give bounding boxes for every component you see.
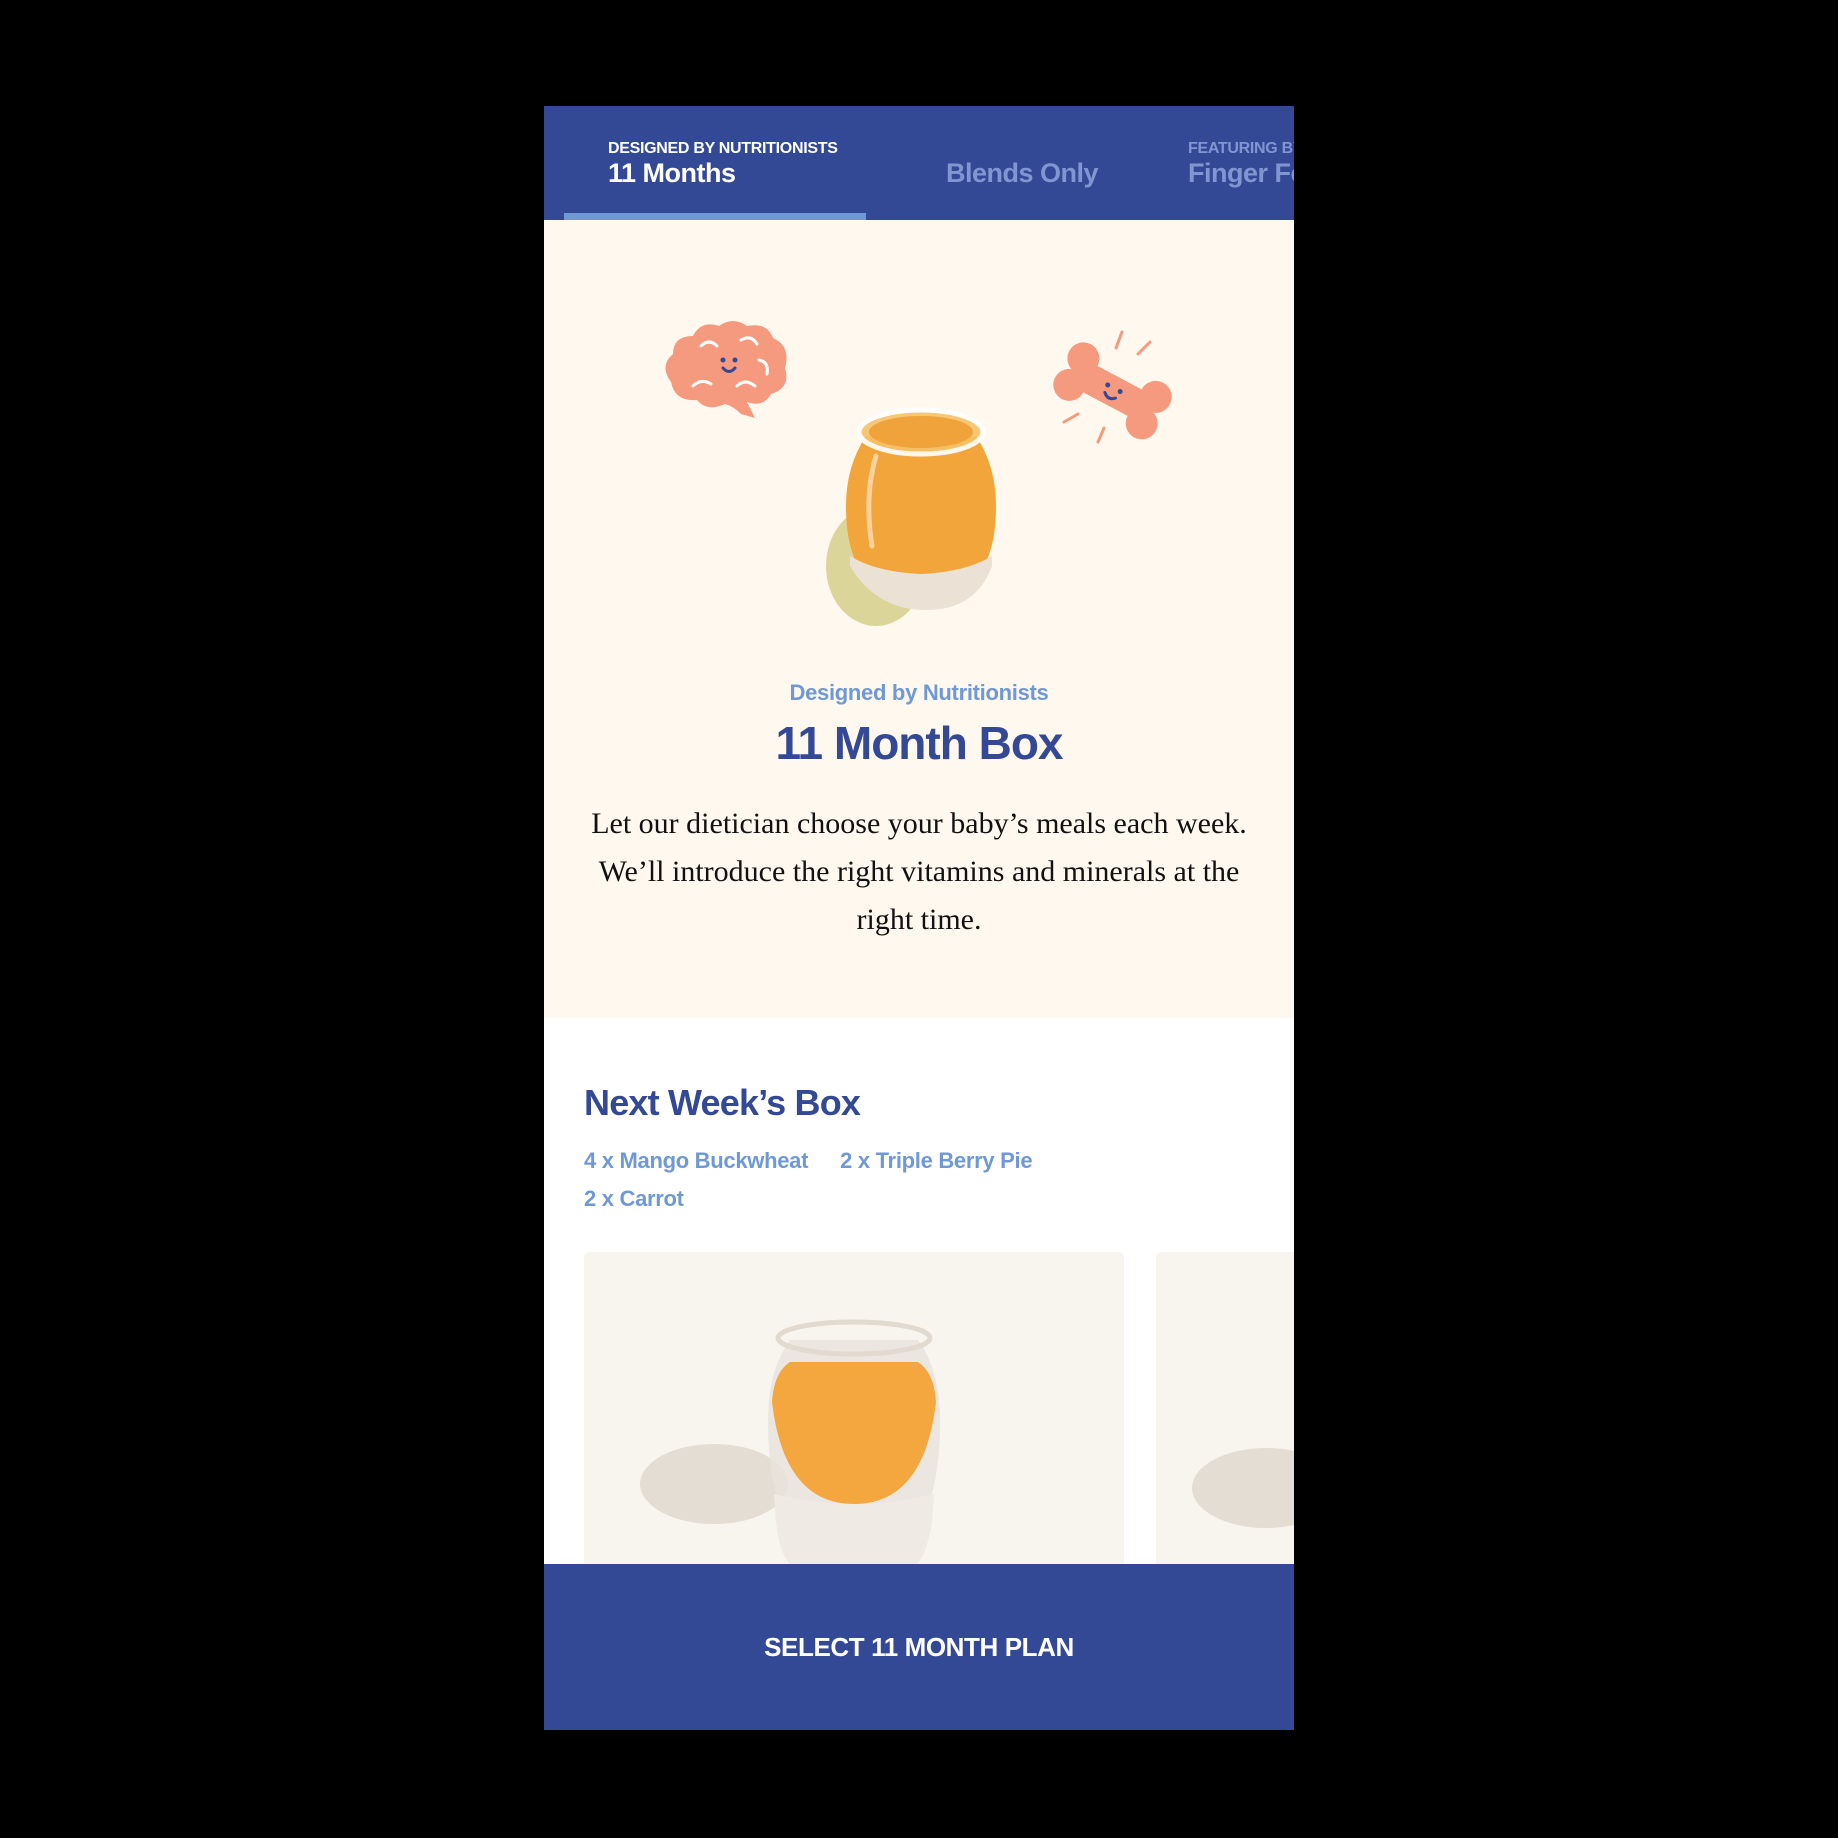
- tab-blends-only[interactable]: Blends Only: [946, 106, 1126, 220]
- next-week-item: 2 x Carrot: [584, 1186, 684, 1211]
- next-week-item: 2 x Triple Berry Pie: [840, 1148, 1033, 1173]
- tab-11-months[interactable]: DESIGNED BY NUTRITIONISTS 11 Months: [608, 106, 868, 220]
- active-tab-indicator: [564, 213, 866, 220]
- hero-title: 11 Month Box: [775, 717, 1063, 769]
- brain-illustration-icon: [665, 321, 787, 418]
- next-week-items: 4 x Mango Buckwheat 2 x Triple Berry Pie…: [584, 1148, 1104, 1212]
- hero-section: Designed by Nutritionists 11 Month Box L…: [544, 220, 1294, 1018]
- select-plan-label: SELECT 11 MONTH PLAN: [764, 1632, 1074, 1662]
- select-plan-button[interactable]: SELECT 11 MONTH PLAN: [544, 1564, 1294, 1730]
- tab-finger-foods[interactable]: FEATURING BY Finger Fo: [1188, 106, 1294, 220]
- product-jar-image: [1192, 1448, 1294, 1528]
- tab-label: Finger Fo: [1188, 158, 1294, 188]
- tab-eyebrow: DESIGNED BY NUTRITIONISTS: [608, 140, 838, 157]
- product-jar-image: [640, 1319, 940, 1572]
- plan-tab-bar: DESIGNED BY NUTRITIONISTS 11 Months Blen…: [544, 106, 1294, 220]
- product-card[interactable]: [584, 1252, 1124, 1572]
- product-card[interactable]: [1156, 1252, 1294, 1572]
- tab-label: 11 Months: [608, 158, 736, 188]
- next-week-item: 4 x Mango Buckwheat: [584, 1148, 809, 1173]
- tab-label: Blends Only: [946, 158, 1099, 188]
- hero-eyebrow: Designed by Nutritionists: [789, 680, 1049, 705]
- hero-description: Let our dietician choose your baby’s mea…: [591, 807, 1247, 936]
- bone-illustration-icon: [1053, 330, 1172, 444]
- next-week-title: Next Week’s Box: [584, 1082, 861, 1123]
- hero-jar-image: [826, 407, 996, 626]
- app-screen: DESIGNED BY NUTRITIONISTS 11 Months Blen…: [544, 106, 1294, 1730]
- tab-eyebrow: FEATURING BY: [1188, 140, 1294, 157]
